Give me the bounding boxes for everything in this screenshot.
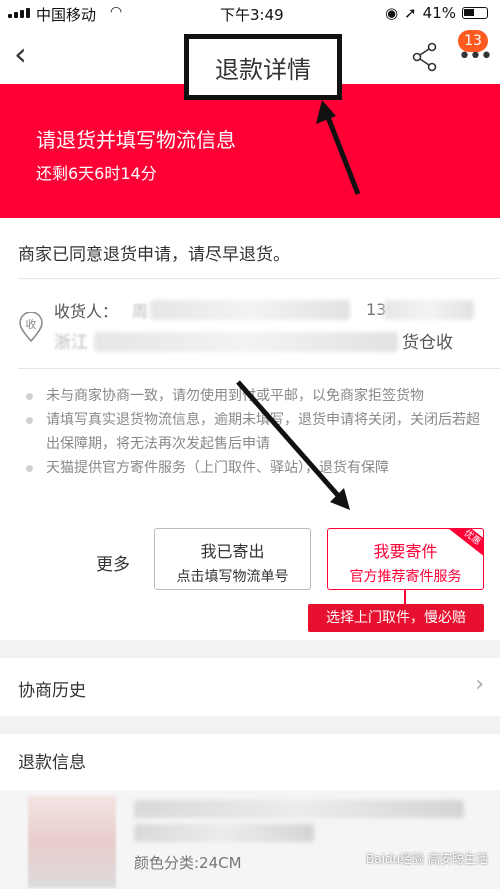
request-pickup-title: 我要寄件 bbox=[373, 542, 438, 561]
more-link[interactable]: 更多 bbox=[96, 550, 130, 575]
location-icon: ➚ bbox=[404, 4, 417, 22]
negotiation-history-label: 协商历史 bbox=[18, 681, 86, 701]
battery-percent: 41% bbox=[422, 4, 456, 22]
watermark: Baidu经验 高安聪生活 bbox=[366, 852, 488, 866]
address-tail: 货仓收 bbox=[402, 333, 453, 353]
share-icon[interactable] bbox=[412, 42, 438, 72]
carrier-name: 中国移动 bbox=[36, 6, 97, 24]
signal-icon bbox=[8, 8, 30, 18]
tips-list: 未与商家协商一致，请勿使用到付或平邮，以免商家拒签货物 请填写真实退货物流信息，… bbox=[24, 384, 484, 480]
tooltip-connector bbox=[404, 590, 406, 604]
countdown: 还剩6天6时14分 bbox=[36, 164, 157, 183]
product-row[interactable]: 颜色分类:24CM Baidu经验 高安聪生活 bbox=[0, 790, 500, 889]
merchant-notice: 商家已同意退货申请，请尽早退货。 bbox=[18, 245, 290, 265]
refund-info-card: 退款信息 颜色分类:24CM Baidu经验 高安聪生活 bbox=[0, 734, 500, 889]
recipient-name: 周 bbox=[132, 302, 149, 321]
tip-item: 天猫提供官方寄件服务（上门取件、驿站），退货有保障 bbox=[24, 456, 484, 480]
tip-item: 未与商家协商一致，请勿使用到付或平邮，以免商家拒签货物 bbox=[24, 384, 484, 408]
already-shipped-subtitle: 点击填写物流单号 bbox=[176, 569, 289, 585]
banner-title: 请退货并填写物流信息 bbox=[36, 128, 236, 152]
already-shipped-title: 我已寄出 bbox=[200, 542, 265, 561]
address-blur bbox=[94, 332, 398, 352]
clock: 下午3:49 bbox=[220, 6, 284, 24]
pickup-tooltip: 选择上门取件，慢必赔 bbox=[308, 604, 484, 632]
status-right: ◉ ➚ 41% bbox=[385, 4, 488, 22]
product-title-blur bbox=[134, 824, 314, 842]
recipient-blur bbox=[150, 300, 350, 320]
battery-icon bbox=[462, 7, 488, 19]
back-icon[interactable]: ‹ bbox=[14, 38, 27, 70]
address-head: 浙江 bbox=[54, 333, 88, 353]
message-badge: 13 bbox=[458, 30, 488, 52]
chevron-right-icon: › bbox=[475, 672, 484, 697]
page-title: 退款详情 bbox=[184, 34, 342, 100]
product-spec: 颜色分类:24CM bbox=[134, 854, 242, 872]
tip-item: 请填写真实退货物流信息，逾期未填写，退货申请将关闭，关闭后若超出保障期，将无法再… bbox=[24, 408, 484, 456]
nav-bar: ‹ 退款详情 ••• 13 bbox=[0, 28, 500, 100]
request-pickup-button[interactable]: 优惠 我要寄件 官方推荐寄件服务 bbox=[327, 528, 484, 590]
divider bbox=[18, 368, 500, 369]
divider bbox=[18, 278, 500, 279]
phone-blur bbox=[384, 300, 474, 320]
wifi-icon: ◠ bbox=[110, 4, 123, 20]
product-title-blur bbox=[134, 800, 464, 818]
orientation-lock-icon: ◉ bbox=[384, 4, 399, 22]
recipient-label: 收货人： bbox=[54, 302, 119, 321]
refund-info-label: 退款信息 bbox=[18, 753, 86, 773]
request-pickup-subtitle: 官方推荐寄件服务 bbox=[349, 569, 462, 585]
status-banner: 请退货并填写物流信息 还剩6天6时14分 bbox=[0, 84, 500, 218]
address-pin-icon: 收 bbox=[19, 312, 43, 342]
negotiation-history-row[interactable]: 协商历史 › bbox=[0, 658, 500, 716]
already-shipped-button[interactable]: 我已寄出 点击填写物流单号 bbox=[154, 528, 311, 590]
product-thumbnail bbox=[28, 796, 116, 888]
address-icon-text: 收 bbox=[26, 317, 37, 331]
status-bar: 中国移动 ◠ 下午3:49 ◉ ➚ 41% bbox=[0, 0, 500, 28]
return-card: 商家已同意退货申请，请尽早退货。 收 收货人： 周 13 浙江 货仓收 未与商家… bbox=[0, 218, 500, 640]
